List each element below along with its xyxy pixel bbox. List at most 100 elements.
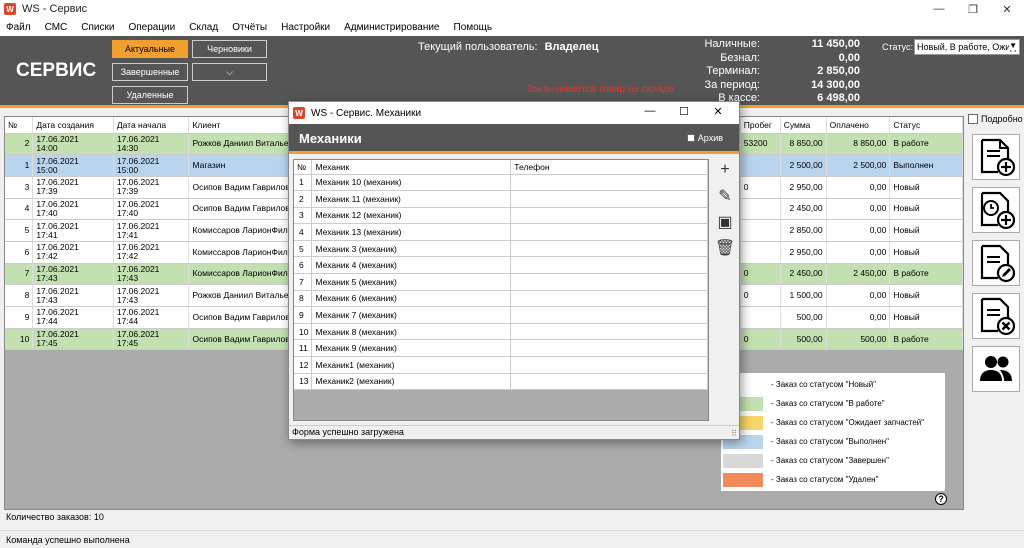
plus-icon: + [720,161,730,178]
filter-actual-button[interactable]: Актуальные [112,40,188,58]
menu-administration[interactable]: Администрирование [344,22,439,33]
cell-mileage [740,198,781,221]
legend-label-deleted: - Заказ со статусом "Удален" [771,475,879,484]
filter-drafts-button[interactable]: Черновики [192,40,267,58]
table-row[interactable]: 7 Механик 5 (механик) [294,273,708,291]
help-icon[interactable]: ? [935,493,947,505]
menu-operations[interactable]: Операции [128,22,175,33]
col-start[interactable]: Дата начала [113,117,190,134]
cell-mechanic: Механик 7 (механик) [311,306,512,324]
dialog-maximize-button[interactable]: ☐ [667,105,701,118]
table-row[interactable]: 10 Механик 8 (механик) [294,323,708,341]
cell-phone [510,339,708,358]
detail-toggle[interactable]: Подробно [968,114,1023,124]
minimize-button[interactable]: — [922,0,956,18]
cell-mileage: 53200 [740,133,781,156]
dialog-close-button[interactable]: ✕ [701,105,735,118]
clients-button[interactable] [972,346,1020,392]
archive-mechanic-button[interactable]: ▣ [715,212,735,232]
table-row[interactable]: 2 Механик 11 (механик) [294,190,708,208]
cash-summary: Наличные: 11 450,00 Безнал: 0,00 Терминал:… [700,38,860,106]
table-row[interactable]: 9 Механик 7 (механик) [294,306,708,324]
maximize-button[interactable]: ❐ [956,0,990,18]
col-number[interactable]: № [5,117,34,134]
table-row[interactable]: 6 Механик 4 (механик) [294,256,708,275]
table-row[interactable]: 1 Механик 10 (механик) [294,174,708,192]
menu-file[interactable]: Файл [6,22,31,33]
cell-status: Новый [889,219,963,242]
cell-mileage [740,241,781,264]
table-row[interactable]: 4 Механик 13 (механик) [294,223,708,241]
menu-lists[interactable]: Списки [81,22,114,33]
edit-order-button[interactable] [972,240,1020,286]
col-sum[interactable]: Сумма [780,117,827,134]
menu-reports[interactable]: Отчёты [232,22,267,33]
cell-status: В работе [889,328,963,351]
col-client[interactable]: Клиент [188,117,291,134]
edit-mechanic-button[interactable]: ✎ [715,186,735,206]
filter-deleted-button[interactable]: Удаленные [112,86,188,104]
dialog-minimize-button[interactable]: — [633,105,667,118]
orders-count: Количество заказов: 10 [6,512,104,522]
cell-paid: 0,00 [826,176,891,199]
delete-mechanic-button[interactable]: 🗑 [715,238,735,258]
table-row[interactable]: 5 Механик 3 (механик) [294,240,708,258]
cell-number: 1 [5,154,34,177]
cell-status: Новый [889,306,963,329]
low-stock-warning[interactable]: Заканчивается товар на складе [527,84,674,95]
cell-start: 17.06.2021 17:43 [113,284,190,307]
col-status[interactable]: Статус [889,117,963,134]
col-mileage[interactable]: Пробег [740,117,781,134]
col-mech-number[interactable]: № [294,160,313,175]
cell-mileage [740,154,781,177]
status-legend: - Заказ со статусом "Новый" - Заказ со с… [720,372,946,492]
cell-mech-number: 6 [294,256,313,275]
cell-mech-number: 11 [294,339,313,358]
cell-mechanic: Механик 5 (механик) [311,273,512,291]
legend-label-new: - Заказ со статусом "Новый" [771,380,877,389]
cell-mech-number: 5 [294,240,313,258]
delete-order-button[interactable] [972,293,1020,339]
status-filter-select[interactable]: Новый, В работе, Ожид ▼ [914,39,1020,55]
cell-client: Комиссаров ЛарионФил [188,241,291,264]
table-row[interactable]: 12 Механик1 (механик) [294,356,708,374]
menu-help[interactable]: Помощь [454,22,493,33]
col-phone[interactable]: Телефон [510,160,708,175]
cell-mech-number: 4 [294,223,313,241]
new-order-button[interactable] [972,134,1020,180]
filter-more-dropdown[interactable]: ⌵ [192,63,267,81]
cell-mechanic: Механик 10 (механик) [311,174,512,192]
menu-settings[interactable]: Настройки [281,22,330,33]
mechanics-grid[interactable]: № Механик Телефон 1 Механик 10 (механик) 2… [293,159,709,421]
table-row[interactable]: 8 Механик 6 (механик) [294,290,708,308]
cell-mechanic: Механик 8 (механик) [311,323,512,341]
detail-checkbox[interactable] [968,114,978,124]
filter-completed-button[interactable]: Завершенные [112,63,188,81]
new-scheduled-order-button[interactable] [972,187,1020,233]
menu-sms[interactable]: СМС [45,22,68,33]
cell-client: Осипов Вадим Гаврилов [188,198,291,221]
app-icon: W [293,107,305,119]
add-mechanic-button[interactable]: + [715,160,735,180]
archive-toggle[interactable]: Архив [686,133,723,143]
col-paid[interactable]: Оплачено [826,117,891,134]
document-add-icon [980,138,1016,177]
table-row[interactable]: 13 Механик2 (механик) [294,373,708,391]
cell-mileage [740,219,781,242]
menu-warehouse[interactable]: Склад [189,22,218,33]
resize-grip-icon[interactable]: ⠿ [731,429,737,438]
close-button[interactable]: ✕ [990,0,1024,18]
brand-title: СЕРВИС [16,60,97,81]
mechanics-table: № Механик Телефон 1 Механик 10 (механик) 2… [294,160,708,391]
legend-swatch-deleted [723,472,763,487]
cell-paid: 2 500,00 [826,154,891,177]
cell-phone [510,207,708,225]
cell-mech-number: 10 [294,323,313,341]
cell-sum: 2 850,00 [780,219,827,242]
col-mechanic[interactable]: Механик [311,160,512,175]
col-created[interactable]: Дата создания [32,117,114,134]
table-row[interactable]: 3 Механик 12 (механик) [294,207,708,225]
table-row[interactable]: 11 Механик 9 (механик) [294,339,708,358]
archive-checkbox[interactable] [686,134,695,142]
cell-mech-number: 13 [294,373,313,391]
